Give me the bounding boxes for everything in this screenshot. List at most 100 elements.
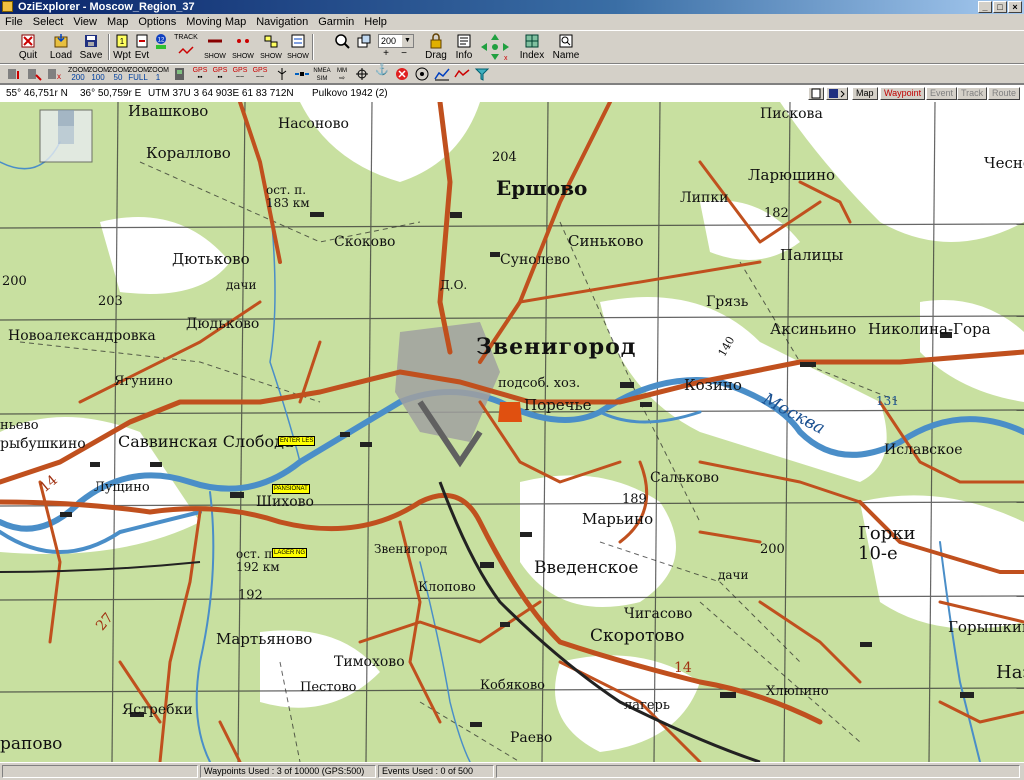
coordinate-bar: 55° 46,751r N 36° 50,759r E UTM 37U 3 64… [0,84,1024,102]
route-icon: 12 [156,34,166,49]
gps-upload-track-button[interactable]: GPS ~~ [230,67,250,81]
place-label: Чигасово [624,606,693,622]
moving-map-button[interactable]: MM ⇨ [332,67,352,82]
tab-waypoint[interactable]: Waypoint [880,87,926,100]
main-toolbar: Quit Load Save 1 Wpt Evt 12 TRACK SHOW S… [0,30,1024,64]
menu-navigation[interactable]: Navigation [251,14,313,30]
zoom-100-button[interactable]: ZOOM 100 [88,67,109,82]
gps-clear-button[interactable]: x [44,67,64,81]
anchor-button[interactable]: ⚓ [372,64,392,81]
graph-icon [454,69,470,78]
gps-label-4: GPS [252,67,268,74]
show-events-button[interactable]: SHOW [286,33,310,61]
menu-view[interactable]: View [68,14,102,30]
tab-route[interactable]: Route [988,87,1021,100]
minimize-button[interactable]: _ [978,1,992,13]
quit-icon [21,34,35,48]
route-button[interactable]: 12 [152,33,170,61]
menu-garmin[interactable]: Garmin [313,14,359,30]
center-button[interactable] [352,67,372,81]
info-button[interactable]: Info [452,33,476,61]
zoom-1-value: 1 [155,73,161,82]
disk-icon [829,89,845,98]
nmea-button[interactable]: NMEA SIM [312,67,332,82]
place-label: Аксиньино [770,320,857,338]
crosshair-icon [356,68,368,80]
zoom-50-button[interactable]: ZOOM 50 [108,67,129,82]
title-bar: OziExplorer - Moscow_Region_37 _ □ × [0,0,1024,14]
longitude-readout: 36° 50,759r E [80,88,142,99]
index-button[interactable]: Index [518,33,546,61]
menu-map[interactable]: Map [102,14,133,30]
menu-help[interactable]: Help [359,14,392,30]
event-button[interactable]: Evt [132,33,152,61]
tab-map[interactable]: Map [852,87,878,100]
place-label: Мартьяново [216,630,313,648]
save-button[interactable]: Save [78,33,104,61]
place-label: Палицы [780,246,844,264]
profile-button[interactable] [432,67,452,81]
menu-file[interactable]: File [0,14,28,30]
pan-button[interactable]: x [480,33,510,62]
menu-options[interactable]: Options [133,14,181,30]
show-points-button[interactable]: SHOW [230,33,256,61]
waypoint-marker[interactable]: PANSIONAT [272,484,310,494]
zoom-full-button[interactable]: ZOOM FULL [128,67,149,82]
zoom-out-button[interactable]: − [398,49,410,61]
zoom-tool-button[interactable] [332,33,352,61]
map-options-button[interactable] [808,87,824,100]
menu-bar: File Select View Map Options Moving Map … [0,14,1024,30]
zoom-in-button[interactable]: + [380,49,392,61]
show-track-button[interactable]: SHOW [202,33,228,61]
arrow-icon: ⇨ [339,75,345,82]
show-waypoints-button[interactable]: SHOW [258,33,284,61]
zoom-200-value: 200 [71,73,85,82]
maximize-button[interactable]: □ [993,1,1007,13]
utm-readout: UTM 37U 3 64 903E 61 83 712N [148,88,294,99]
gps-upload-waypoints-button[interactable]: GPS ▪▪ [190,67,210,81]
place-label: Липки [680,190,729,206]
waypoint-to-gps-button[interactable] [4,67,24,81]
stop-button[interactable] [392,67,412,81]
info-label: Info [455,50,473,61]
waypoint-button[interactable]: 1 Wpt [112,33,132,61]
zoom-area-button[interactable] [354,33,374,61]
menu-select[interactable]: Select [28,14,69,30]
gps-download-waypoints-button[interactable]: GPS ▪▪ [210,67,230,81]
save-view-button[interactable] [826,87,848,100]
map-view[interactable]: Ивашково Насоново Кораллово Ершово Липки… [0,102,1024,762]
funnel-icon [474,68,490,81]
antenna-button[interactable] [272,67,292,81]
gps-download-track-button[interactable]: GPS ~~ [250,67,270,81]
filter-button[interactable] [472,67,492,81]
load-button[interactable]: Load [48,33,74,61]
zoom-1-button[interactable]: ZOOM 1 [148,67,169,82]
show-label-3: SHOW [260,53,282,60]
graph-button[interactable] [452,67,472,81]
satellite-icon [295,72,309,76]
close-button[interactable]: × [1008,1,1022,13]
anchor-icon: ⚓ [375,64,389,76]
zoom-200-button[interactable]: ZOOM 200 [68,67,89,82]
drag-button[interactable]: Drag [424,33,448,61]
menu-moving-map[interactable]: Moving Map [181,14,251,30]
target-button[interactable] [412,67,432,81]
waypoints-small-icon-2: ▪▪ [217,74,223,81]
index-label: Index [519,50,545,61]
gps-connect-button[interactable] [170,67,190,81]
track-button[interactable]: TRACK [172,33,200,61]
waypoint-from-gps-button[interactable] [24,67,44,81]
quit-button[interactable]: Quit [16,33,40,61]
gps-clear-icon: x [48,69,61,81]
minus-icon: − [401,48,407,59]
waypoint-marker[interactable]: LAGER NG [272,548,308,558]
name-button[interactable]: Name [552,33,580,61]
waypoint-marker[interactable]: ENTER LES [278,436,316,446]
target-icon [415,67,429,81]
tab-track[interactable]: Track [957,87,988,100]
svg-text:1: 1 [120,37,125,46]
satellite-button[interactable] [292,67,312,81]
zoom-select[interactable]: 200 ▼ [378,34,414,48]
show-label-4: SHOW [287,53,309,60]
tab-event[interactable]: Event [926,87,958,100]
